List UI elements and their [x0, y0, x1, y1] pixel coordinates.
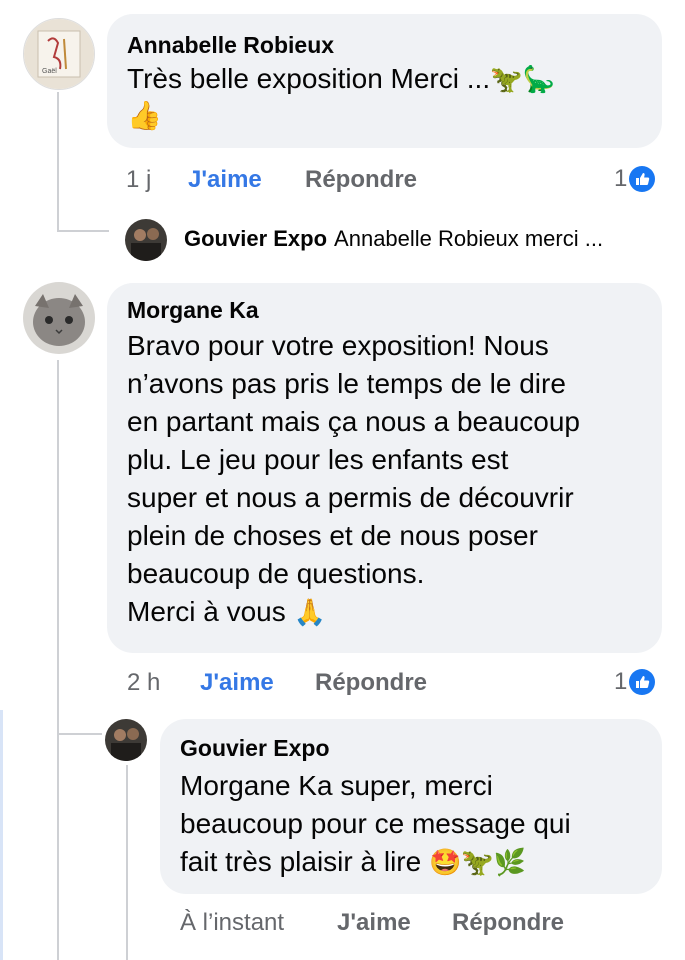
reply-bubble-gouvier: Gouvier Expo Morgane Ka super, merci bea… — [160, 719, 662, 894]
like-button[interactable]: J'aime — [188, 165, 262, 195]
dinosaur-emoji: 🦖🦕 — [490, 65, 555, 95]
reply-timestamp[interactable]: À l’instant — [180, 908, 284, 938]
collapsed-reply[interactable]: Gouvier Expo Annabelle Robieux merci ... — [184, 226, 603, 252]
praying-hands-emoji: 🙏 — [293, 598, 326, 628]
comment-text: Très belle exposition Merci ...🦖🦕 — [127, 63, 555, 95]
comment-actions-2: 2 h J'aime Répondre — [0, 668, 685, 698]
avatar-annabelle[interactable]: Gaël — [23, 18, 95, 90]
like-button[interactable]: J'aime — [337, 908, 411, 938]
comment-author[interactable]: Morgane Ka — [127, 295, 642, 325]
avatar-gouvier-expo[interactable] — [105, 719, 147, 761]
reply-text: Morgane Ka super, merci beaucoup pour ce… — [180, 770, 571, 878]
reply-author[interactable]: Gouvier Expo — [180, 733, 642, 763]
like-reaction-icon — [629, 166, 656, 192]
like-button[interactable]: J'aime — [200, 668, 274, 698]
thread-connector-2 — [57, 733, 102, 735]
reply-author[interactable]: Gouvier Expo — [184, 226, 327, 252]
comment-author[interactable]: Annabelle Robieux — [127, 30, 642, 60]
svg-text:Gaël: Gaël — [42, 68, 57, 75]
reaction-count: 1 — [614, 668, 628, 695]
comment-actions-1: 1 j J'aime Répondre — [0, 165, 685, 195]
thread-line-2 — [57, 360, 59, 960]
thread-connector-1 — [57, 230, 109, 232]
comment-text: Bravo pour votre exposition! Nous n’avon… — [127, 330, 580, 628]
comment-timestamp[interactable]: 1 j — [126, 165, 151, 195]
reaction-count-2[interactable]: 1 — [614, 668, 656, 696]
avatar-gouvier-expo[interactable] — [125, 219, 167, 261]
reply-button[interactable]: Répondre — [305, 165, 417, 195]
reply-button[interactable]: Répondre — [452, 908, 564, 938]
thumbs-up-emoji: 👍 — [127, 99, 162, 132]
like-reaction-icon — [629, 669, 656, 695]
comment-bubble-annabelle: Annabelle Robieux Très belle exposition … — [107, 14, 662, 148]
reply-button[interactable]: Répondre — [315, 668, 427, 698]
comment-timestamp[interactable]: 2 h — [127, 668, 160, 698]
comment-bubble-morgane: Morgane Ka Bravo pour votre exposition! … — [107, 283, 662, 653]
emoji-sequence: 🤩🦖🌿 — [428, 848, 527, 878]
reaction-count-1[interactable]: 1 — [614, 165, 656, 193]
reaction-count: 1 — [614, 165, 628, 192]
thread-line-1 — [57, 92, 59, 232]
reply-preview: Annabelle Robieux merci ... — [334, 226, 604, 251]
reply-actions: À l’instant J'aime Répondre — [0, 908, 685, 938]
avatar-morgane[interactable] — [23, 282, 95, 354]
